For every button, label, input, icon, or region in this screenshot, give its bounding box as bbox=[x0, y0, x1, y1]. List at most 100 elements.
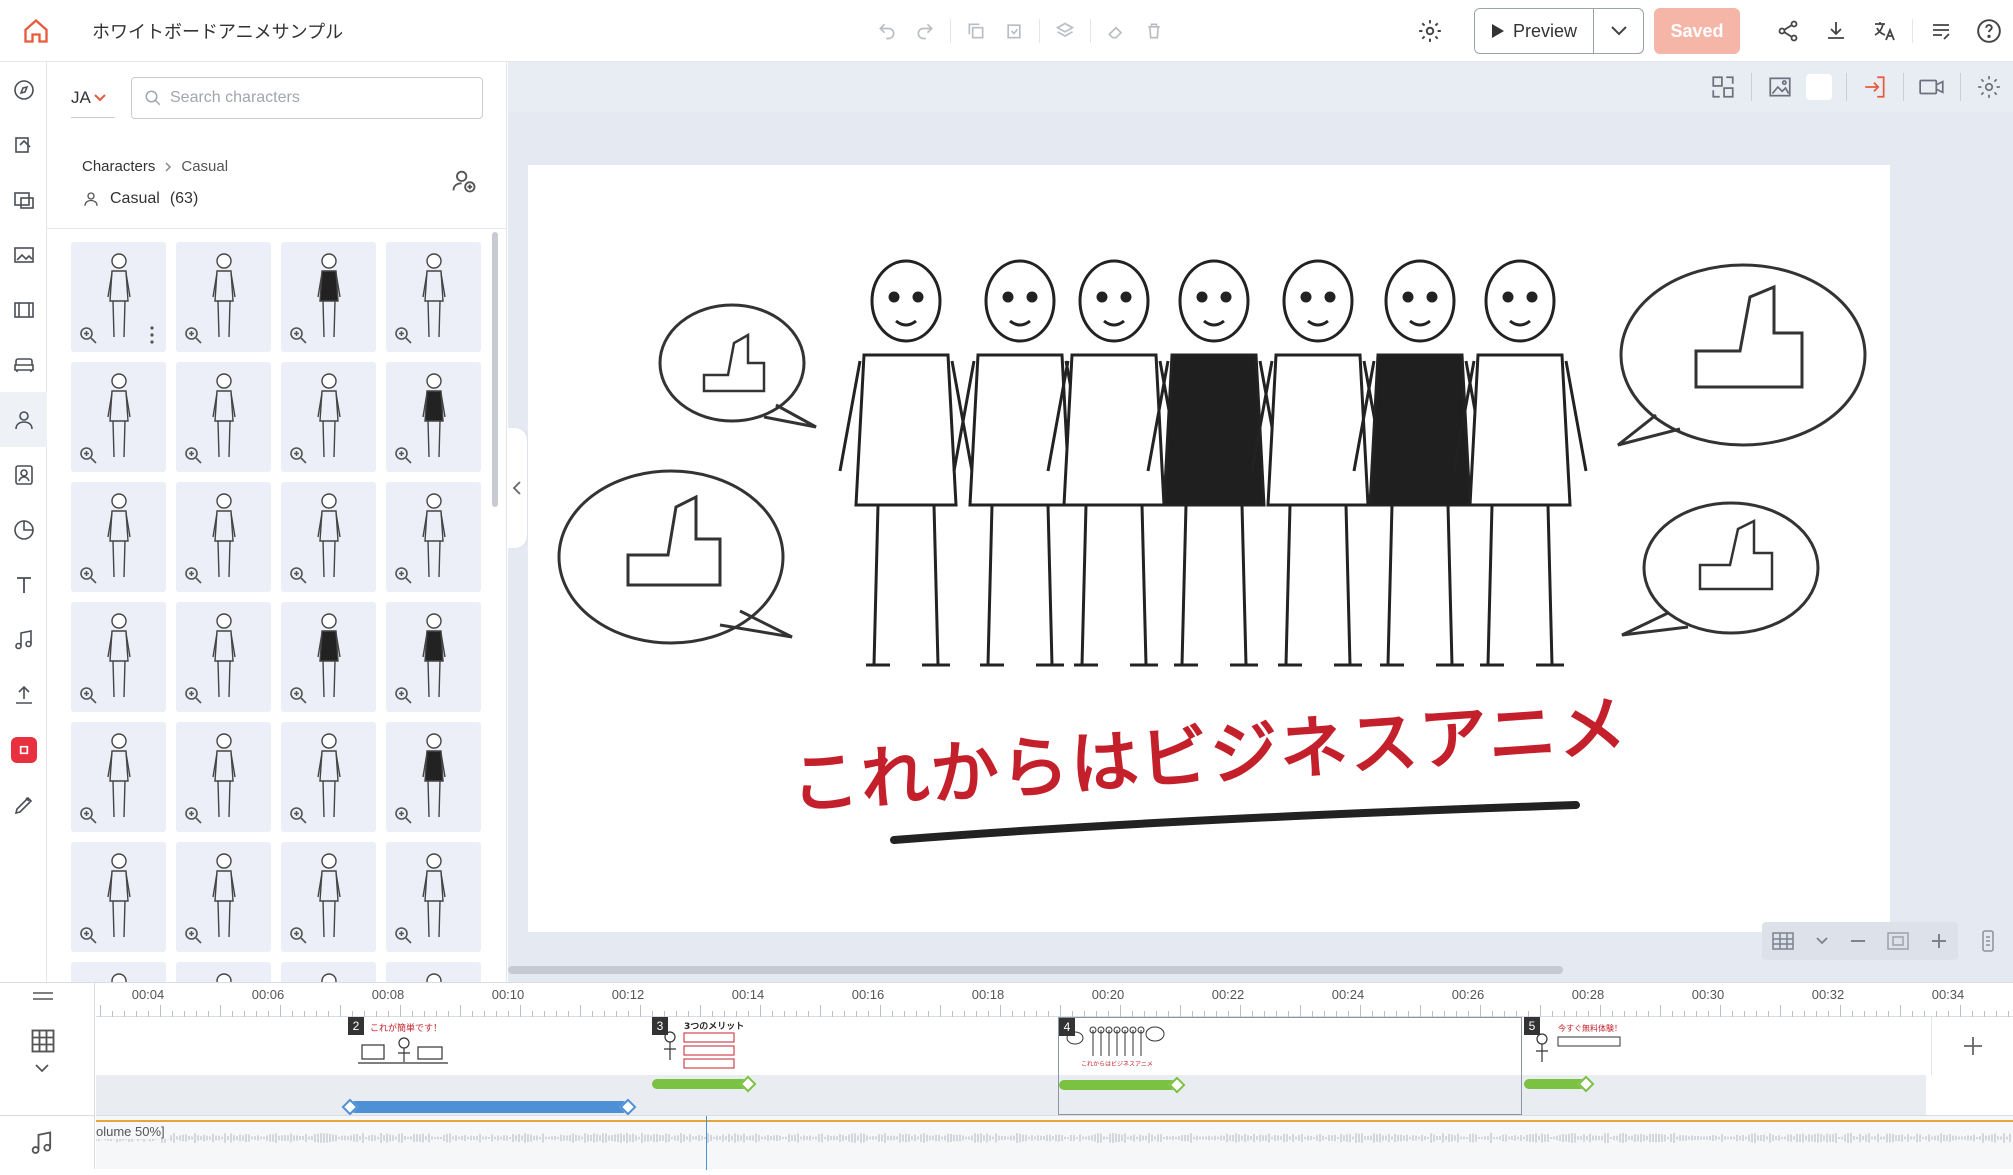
swap-icon[interactable] bbox=[1703, 67, 1743, 107]
zoom-icon[interactable] bbox=[79, 926, 97, 944]
character-tile[interactable] bbox=[71, 242, 166, 352]
character-tile[interactable] bbox=[71, 362, 166, 472]
zoom-icon[interactable] bbox=[394, 326, 412, 344]
zoom-icon[interactable] bbox=[394, 806, 412, 824]
stage-character[interactable] bbox=[1146, 259, 1282, 667]
home-button[interactable] bbox=[0, 0, 72, 62]
zoom-icon[interactable] bbox=[184, 566, 202, 584]
zoom-icon[interactable] bbox=[394, 926, 412, 944]
rail-character-icon[interactable] bbox=[0, 392, 47, 447]
character-tile[interactable] bbox=[176, 242, 271, 352]
character-tile[interactable] bbox=[281, 842, 376, 952]
settings-icon[interactable] bbox=[1406, 7, 1454, 55]
zoom-icon[interactable] bbox=[79, 326, 97, 344]
character-tile[interactable] bbox=[71, 602, 166, 712]
scene-block[interactable]: これが簡単です！ 2 bbox=[341, 1017, 648, 1116]
stage-character[interactable] bbox=[1250, 259, 1386, 667]
rail-portrait-icon[interactable] bbox=[0, 447, 47, 502]
audio-volume-line[interactable] bbox=[96, 1120, 2013, 1122]
eraser-icon[interactable] bbox=[1099, 14, 1133, 48]
preview-options-button[interactable] bbox=[1593, 9, 1643, 53]
character-tile[interactable] bbox=[71, 722, 166, 832]
character-tile[interactable] bbox=[386, 842, 481, 952]
character-tile[interactable] bbox=[281, 482, 376, 592]
scene-canvas[interactable]: これからはビジネスアニメ bbox=[528, 165, 1890, 932]
rail-video-icon[interactable] bbox=[0, 282, 47, 337]
transition-bar[interactable] bbox=[1059, 1080, 1177, 1090]
zoom-icon[interactable] bbox=[79, 446, 97, 464]
background-image-icon[interactable] bbox=[1760, 67, 1800, 107]
character-tile[interactable] bbox=[386, 602, 481, 712]
film-strip-icon[interactable] bbox=[28, 1027, 58, 1055]
zoom-in-icon[interactable] bbox=[1930, 932, 1948, 950]
character-tile[interactable] bbox=[71, 842, 166, 952]
character-tile[interactable] bbox=[281, 362, 376, 472]
undo-icon[interactable] bbox=[870, 14, 904, 48]
share-icon[interactable] bbox=[1764, 7, 1812, 55]
grid-icon[interactable] bbox=[1772, 932, 1794, 950]
zoom-icon[interactable] bbox=[79, 566, 97, 584]
rail-compass-icon[interactable] bbox=[0, 62, 47, 117]
search-input[interactable] bbox=[170, 89, 460, 107]
scene-block-active[interactable]: これからはビジネスアニメ 4 bbox=[1058, 1017, 1522, 1115]
more-options-icon[interactable] bbox=[150, 326, 154, 344]
notes-icon[interactable] bbox=[1917, 7, 1965, 55]
zoom-icon[interactable] bbox=[289, 566, 307, 584]
zoom-icon[interactable] bbox=[184, 926, 202, 944]
panel-handle-icon[interactable] bbox=[1970, 922, 2006, 960]
search-box[interactable] bbox=[131, 77, 483, 119]
rail-upload-icon[interactable] bbox=[0, 667, 47, 722]
character-tile[interactable] bbox=[281, 962, 376, 982]
time-ruler[interactable]: 00:04 00:06 00:08 00:10 00:12 00:14 00:16 00:18… bbox=[96, 983, 2013, 1017]
add-scene-button[interactable] bbox=[1931, 1017, 2013, 1075]
zoom-icon[interactable] bbox=[289, 926, 307, 944]
rail-music-icon[interactable] bbox=[0, 612, 47, 667]
character-tile[interactable] bbox=[176, 962, 271, 982]
help-icon[interactable] bbox=[1965, 7, 2013, 55]
zoom-icon[interactable] bbox=[394, 686, 412, 704]
transition-bar[interactable] bbox=[652, 1079, 748, 1089]
scene-settings-icon[interactable] bbox=[1969, 67, 2009, 107]
copy-icon[interactable] bbox=[959, 14, 993, 48]
rail-scene-icon[interactable] bbox=[0, 172, 47, 227]
character-tile[interactable] bbox=[386, 242, 481, 352]
character-tile[interactable] bbox=[386, 362, 481, 472]
chevron-down-icon[interactable] bbox=[1815, 936, 1829, 946]
language-select[interactable]: JA bbox=[71, 78, 115, 118]
zoom-icon[interactable] bbox=[394, 446, 412, 464]
music-note-icon[interactable] bbox=[28, 1129, 56, 1157]
background-color-swatch[interactable] bbox=[1806, 74, 1832, 100]
rail-sofa-icon[interactable] bbox=[0, 337, 47, 392]
rail-brush-icon[interactable] bbox=[0, 117, 47, 172]
zoom-icon[interactable] bbox=[79, 686, 97, 704]
translate-icon[interactable] bbox=[1860, 7, 1908, 55]
stage-character[interactable] bbox=[1452, 259, 1588, 667]
character-tile[interactable] bbox=[71, 482, 166, 592]
stage-character[interactable] bbox=[1352, 259, 1488, 667]
drag-handle-icon[interactable] bbox=[32, 991, 54, 1001]
character-tile[interactable] bbox=[71, 962, 166, 982]
enter-transition-icon[interactable] bbox=[1855, 67, 1895, 107]
zoom-icon[interactable] bbox=[289, 686, 307, 704]
scene-block[interactable]: 3つのメリット 3 bbox=[652, 1017, 1056, 1115]
scene-duration-bar[interactable] bbox=[350, 1101, 628, 1113]
zoom-icon[interactable] bbox=[184, 326, 202, 344]
stage-character[interactable] bbox=[838, 259, 974, 667]
character-tile[interactable] bbox=[386, 962, 481, 982]
zoom-icon[interactable] bbox=[79, 806, 97, 824]
character-tile[interactable] bbox=[176, 602, 271, 712]
chevron-down-icon[interactable] bbox=[34, 1063, 50, 1073]
zoom-icon[interactable] bbox=[184, 446, 202, 464]
zoom-icon[interactable] bbox=[184, 806, 202, 824]
character-tile[interactable] bbox=[281, 722, 376, 832]
stage-character[interactable] bbox=[1046, 259, 1182, 667]
rail-app-icon[interactable] bbox=[0, 722, 47, 777]
paste-icon[interactable] bbox=[997, 14, 1031, 48]
character-tile[interactable] bbox=[176, 362, 271, 472]
project-title[interactable]: ホワイトボードアニメサンプル bbox=[92, 18, 343, 44]
scene-block[interactable]: 今すぐ無料体験！ 5 bbox=[1524, 1017, 1926, 1115]
zoom-out-icon[interactable] bbox=[1849, 932, 1867, 950]
rail-pen-icon[interactable] bbox=[0, 777, 47, 832]
zoom-icon[interactable] bbox=[289, 446, 307, 464]
character-tile[interactable] bbox=[386, 482, 481, 592]
